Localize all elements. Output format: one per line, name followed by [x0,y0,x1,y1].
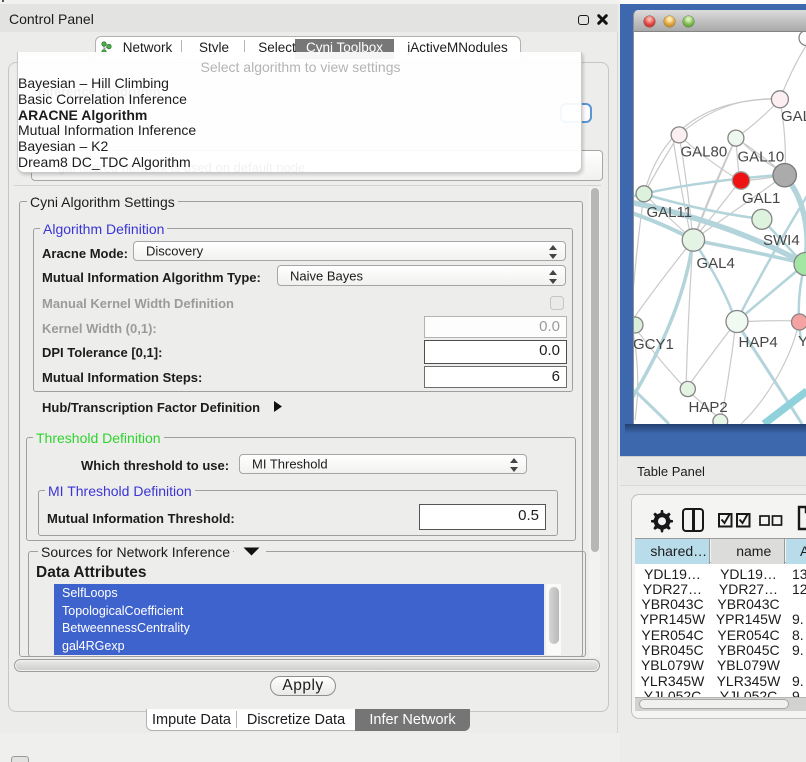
svg-text:GAL4: GAL4 [697,255,735,272]
svg-text:GAL11: GAL11 [647,204,693,221]
svg-text:GAL7: GAL7 [781,108,806,125]
svg-text:SWI4: SWI4 [763,232,800,249]
svg-text:GCY1: GCY1 [634,336,674,353]
svg-text:HAP2: HAP2 [689,399,728,416]
svg-text:GAL1: GAL1 [742,190,780,207]
svg-text:HAP4: HAP4 [739,334,778,351]
svg-text:GAL10: GAL10 [738,149,785,166]
svg-text:YP: YP [798,333,806,350]
svg-text:GAL80: GAL80 [681,144,728,161]
